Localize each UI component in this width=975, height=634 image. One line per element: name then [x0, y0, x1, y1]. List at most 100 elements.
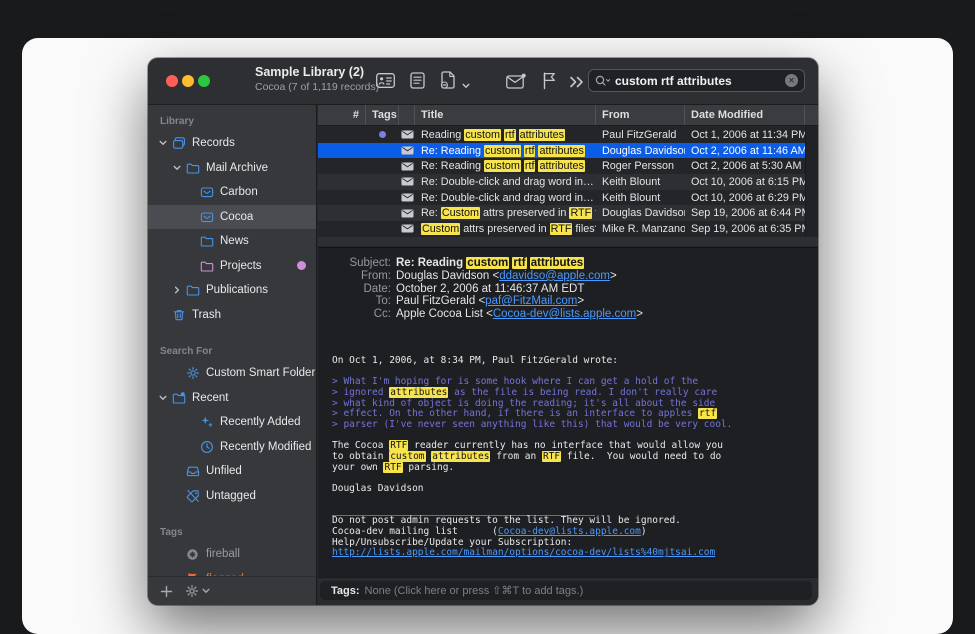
action-menu-button[interactable]	[185, 584, 211, 598]
document-icon-button[interactable]	[410, 72, 425, 94]
highlighted-term: RTF	[542, 451, 561, 462]
tags-field[interactable]: Tags: None (Click here or press ⇧⌘T to a…	[320, 581, 812, 600]
disclosure-open-icon[interactable]	[158, 393, 171, 403]
sidebar-item-cocoa[interactable]: Cocoa	[148, 205, 316, 230]
close-button[interactable]	[166, 75, 178, 87]
sidebar-item-label: Cocoa	[220, 211, 253, 223]
link[interactable]: ddavidso@apple.com	[499, 270, 610, 282]
sidebar-item-unfiled[interactable]: Unfiled	[148, 459, 316, 484]
link[interactable]: Cocoa-dev@lists.apple.com	[498, 526, 641, 537]
record-list: Reading custom rtf attributesPaul FitzGe…	[318, 127, 805, 237]
text-segment: > effect. On the other hand, if there is…	[332, 408, 698, 419]
sidebar-item-recently-added[interactable]: Recently Added	[148, 410, 316, 435]
text-segment: Paul FitzGerald <	[396, 295, 485, 307]
sidebar-item-label: Custom Smart Folder	[206, 367, 315, 379]
minimize-button[interactable]	[182, 75, 194, 87]
row-date-cell: Oct 10, 2006 at 6:15 PM	[685, 176, 805, 188]
sidebar-item-projects[interactable]: Projects	[148, 254, 316, 279]
zoom-button[interactable]	[198, 75, 210, 87]
search-field[interactable]: ✕	[588, 69, 805, 92]
link[interactable]: Cocoa-dev@lists.apple.com	[493, 308, 636, 320]
toolbar-overflow-icon[interactable]	[569, 75, 585, 93]
import-icon-button[interactable]	[440, 71, 456, 95]
sidebar-item-publications[interactable]: Publications	[148, 278, 316, 303]
sidebar-item-untagged[interactable]: Untagged	[148, 484, 316, 509]
sidebar-item-label: Mail Archive	[206, 162, 268, 174]
clock-icon	[199, 439, 214, 454]
column-header-from[interactable]: From	[596, 105, 685, 125]
search-icon[interactable]	[595, 75, 611, 87]
tray-icon	[185, 464, 200, 479]
highlighted-term: Custom	[441, 207, 480, 219]
highlighted-term: custom	[484, 160, 521, 172]
text-segment: Re: Double-click and drag word in…	[421, 192, 594, 204]
table-row[interactable]: Re: Double-click and drag word in…Keith …	[318, 174, 805, 190]
sidebar-item-news[interactable]: News	[148, 229, 316, 254]
add-button[interactable]	[160, 585, 173, 598]
email-icon	[399, 146, 415, 155]
highlighted-term: custom	[484, 145, 521, 157]
text-segment: Re: Double-click and drag word in…	[421, 176, 594, 188]
text-segment: > what kind of object is doing the readi…	[332, 398, 715, 409]
table-row[interactable]: Re: Reading custom rtf attributesDouglas…	[318, 143, 805, 159]
header-label: To:	[318, 295, 396, 308]
sidebar-item-trash[interactable]: Trash	[148, 303, 316, 328]
text-segment: Re:	[421, 207, 441, 219]
window-title-block: Sample Library (2) Cocoa (7 of 1,119 rec…	[255, 65, 379, 93]
column-header-title[interactable]: Title	[415, 105, 596, 125]
disclosure-closed-icon[interactable]	[172, 285, 185, 295]
table-row[interactable]: Custom attrs preserved in RTF files?Mike…	[318, 221, 805, 237]
sidebar-item-fireball[interactable]: fireball	[148, 542, 316, 567]
highlighted-term: attributes	[538, 145, 584, 157]
text-segment: >	[577, 295, 584, 307]
import-dropdown-chevron-icon[interactable]	[461, 78, 471, 96]
text-segment: Re: Reading	[396, 257, 466, 269]
disclosure-open-icon[interactable]	[172, 163, 185, 173]
highlighted-term: RTF	[383, 462, 402, 473]
main-pane: #Tags TitleFromDate Modified Reading cust…	[318, 105, 818, 605]
link[interactable]: paf@FitzMail.com	[485, 295, 577, 307]
table-row[interactable]: Re: Custom attrs preserved in RTF f…Doug…	[318, 205, 805, 221]
table-row[interactable]: Reading custom rtf attributesPaul FitzGe…	[318, 127, 805, 143]
text-segment: as the file is being read. I don't reall…	[448, 387, 717, 398]
sidebar-section-title: Library	[148, 113, 316, 131]
table-row[interactable]: Re: Double-click and drag word in…Keith …	[318, 190, 805, 206]
flag-icon-button[interactable]	[542, 72, 557, 95]
contact-card-icon-button[interactable]	[376, 73, 395, 93]
text-segment: > parser (I've never seen anything like …	[332, 419, 732, 430]
scrollbar-track[interactable]	[805, 127, 818, 237]
column-header-ic[interactable]	[399, 105, 415, 125]
tags-placeholder: None (Click here or press ⇧⌘T to add tag…	[365, 584, 584, 597]
table-header: #Tags TitleFromDate Modified	[318, 105, 818, 126]
text-segment: >	[636, 308, 643, 320]
text-segment: your own	[332, 462, 383, 473]
table-row[interactable]: Re: Reading custom rtf attributesRoger P…	[318, 158, 805, 174]
sidebar-item-mail-archive[interactable]: Mail Archive	[148, 156, 316, 181]
sidebar-item-label: Records	[192, 137, 235, 149]
column-header-num[interactable]: #	[318, 105, 366, 125]
column-options-icon[interactable]	[805, 105, 818, 125]
sidebar-item-label: Untagged	[206, 490, 256, 502]
text-segment: Re: Reading	[421, 145, 484, 157]
link[interactable]: http://lists.apple.com/mailman/options/c…	[332, 547, 715, 558]
sidebar-item-recently-modified[interactable]: Recently Modified	[148, 435, 316, 460]
sidebar-item-custom-smart-folder[interactable]: Custom Smart Folder	[148, 361, 316, 386]
smart-folder-icon	[171, 390, 186, 405]
body-line: your own RTF parsing.	[332, 463, 818, 474]
search-input[interactable]	[615, 74, 785, 88]
sidebar-item-label: fireball	[206, 548, 240, 560]
search-clear-icon[interactable]: ✕	[785, 74, 798, 87]
email-icon-button[interactable]	[506, 73, 526, 95]
sidebar-item-records[interactable]: Records	[148, 131, 316, 156]
header-label: Date:	[318, 283, 396, 296]
folder-icon	[185, 160, 200, 175]
column-header-tags[interactable]: Tags	[366, 105, 399, 125]
column-header-date-modified[interactable]: Date Modified	[685, 105, 805, 125]
row-date-cell: Oct 2, 2006 at 11:46 AM	[685, 145, 805, 157]
sidebar-item-recent[interactable]: Recent	[148, 386, 316, 411]
highlighted-term: attributes	[431, 451, 490, 462]
text-segment: ________________________________________…	[332, 505, 595, 516]
row-from-cell: Keith Blount	[596, 192, 685, 204]
sidebar-item-carbon[interactable]: Carbon	[148, 180, 316, 205]
disclosure-open-icon[interactable]	[158, 138, 171, 148]
